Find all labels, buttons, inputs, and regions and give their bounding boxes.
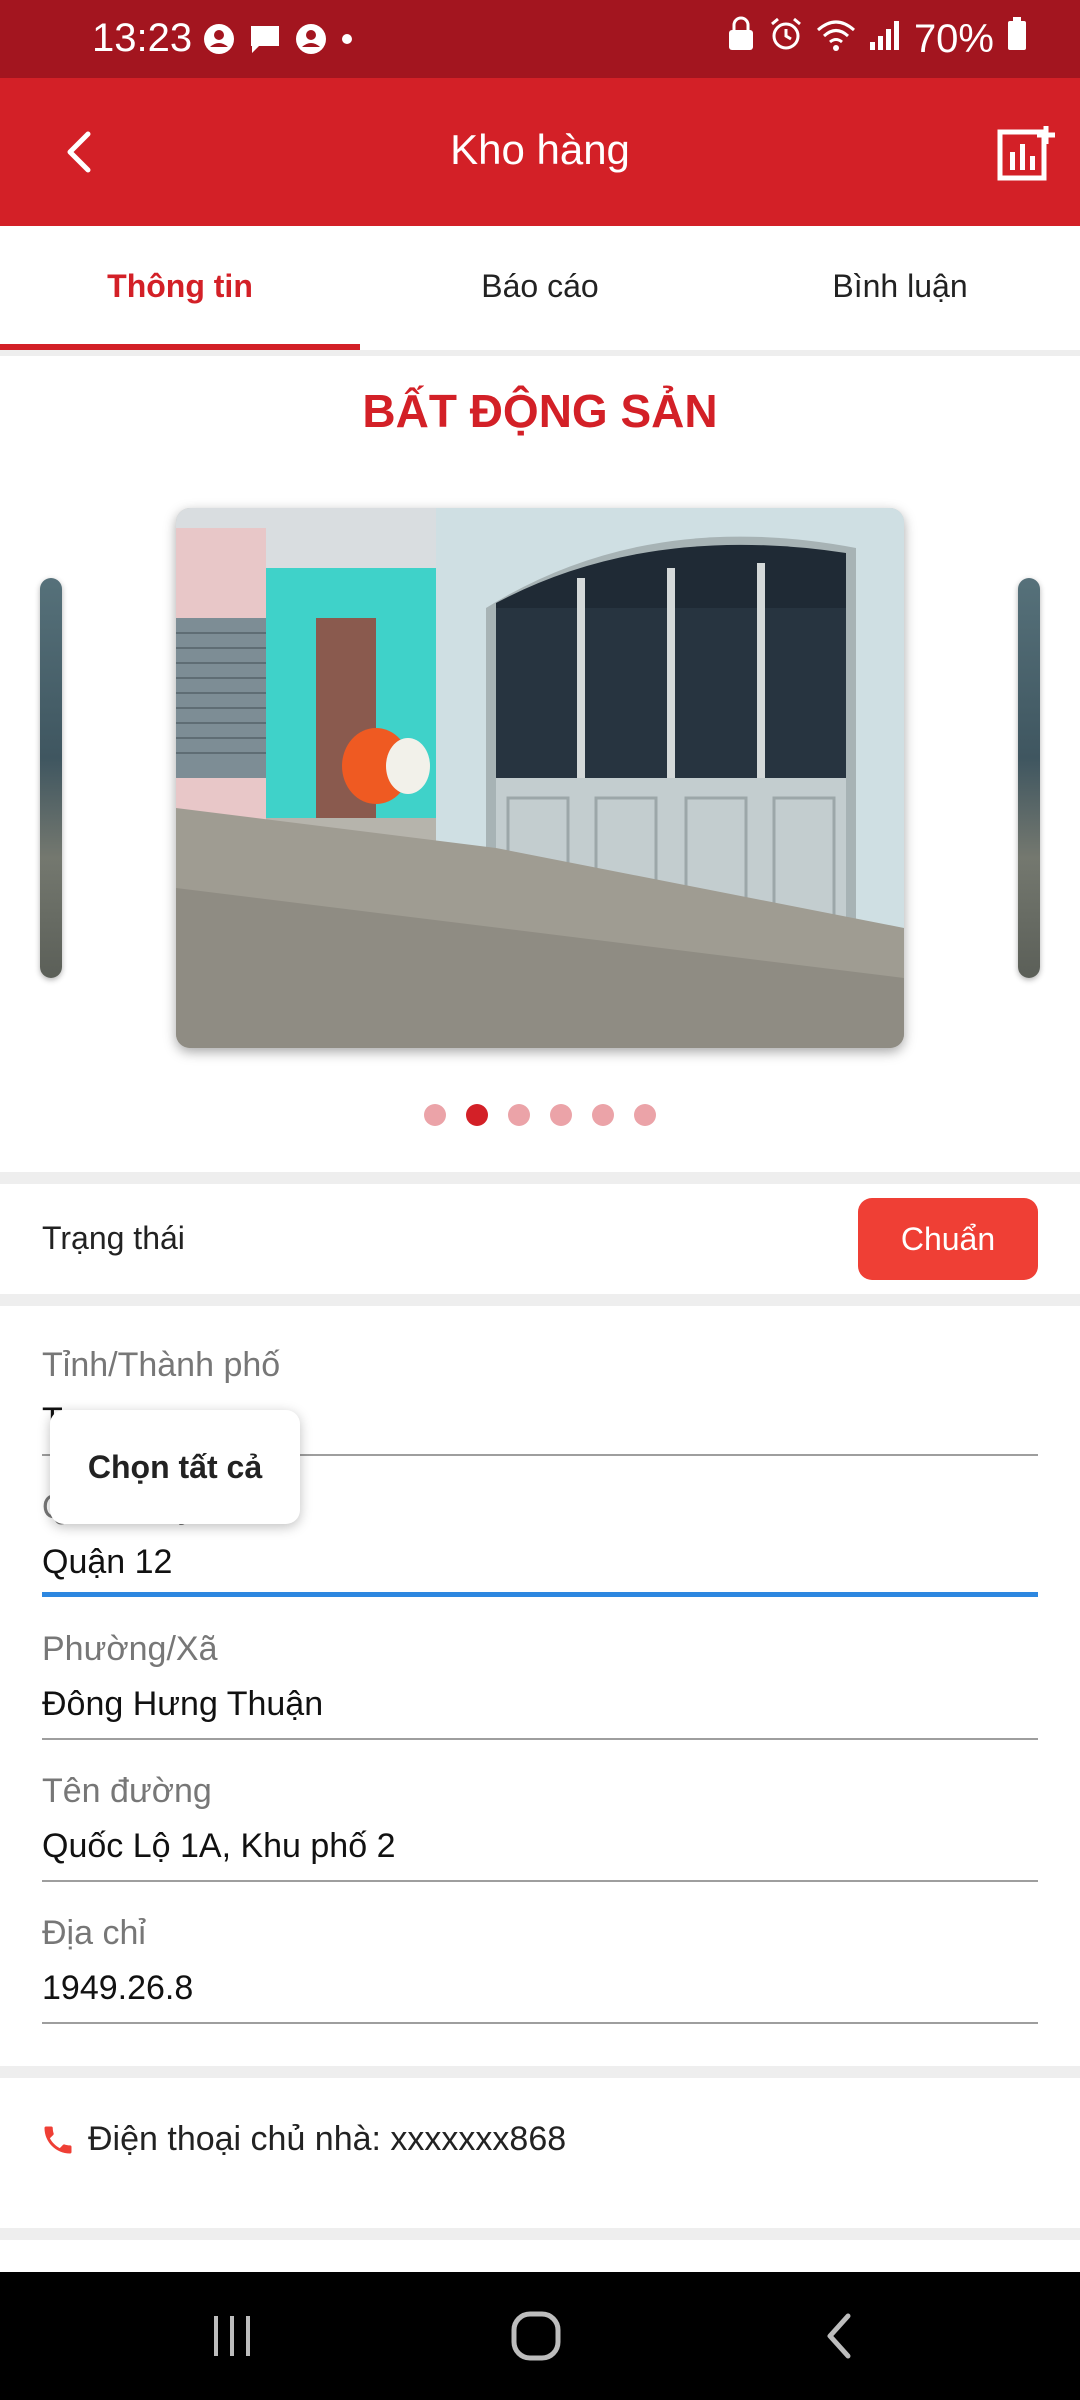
home-button[interactable] (506, 2306, 566, 2366)
image-carousel[interactable] (0, 500, 1080, 1060)
field-underline (42, 1738, 1038, 1740)
street-label: Tên đường (42, 1772, 212, 1810)
notification-icons (202, 22, 354, 61)
wifi-icon (816, 17, 856, 62)
status-badge[interactable]: Chuẩn (858, 1198, 1038, 1280)
field-underline (42, 2022, 1038, 2024)
address-label: Địa chỉ (42, 1914, 146, 1952)
owner-phone-text: Điện thoại chủ nhà: xxxxxxx868 (88, 2120, 567, 2158)
divider (0, 2228, 1080, 2240)
recent-apps-icon (214, 2316, 250, 2356)
previous-image[interactable] (40, 578, 62, 978)
district-value[interactable]: Quận 12 (42, 1543, 1038, 1583)
section-title: BẤT ĐỘNG SẢN (362, 385, 718, 437)
tab-bar: Thông tin Báo cáo Bình luận (0, 226, 1080, 356)
carousel-dot[interactable] (550, 1104, 572, 1126)
carousel-dot[interactable] (592, 1104, 614, 1126)
select-all-menu-item[interactable]: Chọn tất cả (50, 1410, 300, 1524)
system-icons: 70% (726, 16, 1028, 62)
page-title: Kho hàng (450, 126, 630, 173)
status-row: Trạng thái Chuẩn (0, 1184, 1080, 1294)
carousel-dot-active[interactable] (466, 1104, 488, 1126)
tab-binh-luan[interactable]: Bình luận (720, 226, 1080, 350)
battery-icon (1006, 16, 1028, 62)
ward-value[interactable]: Đông Hưng Thuận (42, 1685, 1038, 1725)
tab-thong-tin[interactable]: Thông tin (0, 226, 360, 350)
message-icon (248, 22, 282, 61)
property-photo[interactable] (176, 508, 904, 1048)
address-field[interactable]: Địa chỉ 1949.26.8 (42, 1914, 1038, 2024)
field-underline (42, 1880, 1038, 1882)
status-time: 13:23 (92, 16, 193, 60)
divider (0, 1172, 1080, 1184)
phone-icon (44, 2126, 72, 2154)
address-value[interactable]: 1949.26.8 (42, 1969, 1038, 2009)
add-report-button[interactable] (996, 122, 1058, 184)
home-icon (511, 2311, 561, 2361)
province-label: Tỉnh/Thành phố (42, 1346, 281, 1384)
street-field[interactable]: Tên đường Quốc Lộ 1A, Khu phố 2 (42, 1772, 1038, 1882)
back-icon (827, 2313, 851, 2359)
lock-icon (726, 16, 756, 62)
battery-percent: 70% (913, 16, 994, 61)
contact-icon (294, 22, 328, 61)
street-value[interactable]: Quốc Lộ 1A, Khu phố 2 (42, 1827, 1038, 1867)
status-label: Trạng thái (42, 1220, 185, 1256)
field-underline-focused (42, 1592, 1038, 1597)
carousel-indicator (0, 1104, 1080, 1126)
signal-icon (868, 17, 902, 62)
carousel-dot[interactable] (634, 1104, 656, 1126)
ward-field[interactable]: Phường/Xã Đông Hưng Thuận (42, 1630, 1038, 1740)
alarm-icon (768, 16, 804, 62)
add-report-icon (997, 126, 1055, 181)
ward-label: Phường/Xã (42, 1630, 218, 1668)
contact-icon (202, 22, 236, 61)
next-image[interactable] (1018, 578, 1040, 978)
app-bar: Kho hàng (0, 78, 1080, 226)
divider (0, 2066, 1080, 2078)
system-navigation-bar (0, 2272, 1080, 2400)
tab-bao-cao[interactable]: Báo cáo (360, 226, 720, 350)
recent-apps-button[interactable] (202, 2306, 262, 2366)
dot-icon (340, 32, 354, 51)
property-photo-illustration (176, 508, 904, 1048)
carousel-dot[interactable] (424, 1104, 446, 1126)
carousel-dot[interactable] (508, 1104, 530, 1126)
tab-indicator (0, 344, 360, 350)
status-bar: 13:23 70% (0, 0, 1080, 78)
owner-phone-row[interactable]: Điện thoại chủ nhà: xxxxxxx868 (0, 2082, 1080, 2222)
system-back-button[interactable] (810, 2306, 870, 2366)
divider (0, 1294, 1080, 1306)
